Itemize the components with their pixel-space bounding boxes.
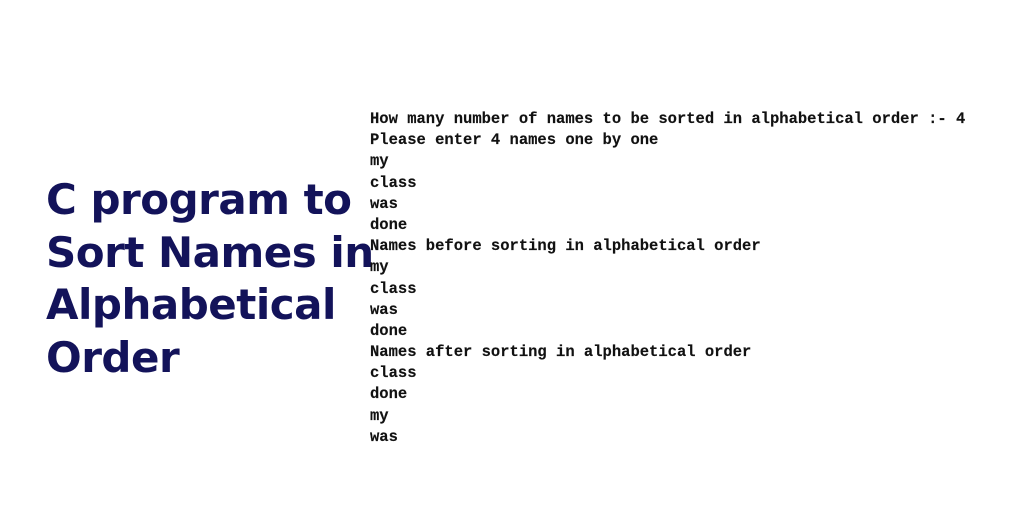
console-after-item: class [370,364,417,383]
console-before-heading: Names before sorting in alphabetical ord… [370,237,761,256]
title-line: C program to [46,175,352,224]
console-input-line: my [370,152,389,171]
title-line: Alphabetical [46,280,336,329]
page-title: C program to Sort Names in Alphabetical … [46,174,376,384]
console-input-line: done [370,215,408,234]
console-after-item: was [370,427,398,446]
console-before-item: was [370,300,398,319]
console-input-line: class [370,173,417,192]
title-line: Order [46,332,180,382]
console-input-line: was [370,194,398,213]
title-line: Sort Names in [46,227,374,277]
console-before-item: done [370,321,408,340]
console-before-item: my [370,258,389,277]
console-prompt-count: How many number of names to be sorted in… [370,110,966,128]
console-after-heading: Names after sorting in alphabetical orde… [370,343,752,362]
console-output: How many number of names to be sorted in… [370,109,965,448]
console-after-item: my [370,406,389,425]
console-prompt-names: Please enter 4 names one by one [370,131,659,150]
console-before-item: class [370,279,417,298]
console-after-item: done [370,385,408,404]
